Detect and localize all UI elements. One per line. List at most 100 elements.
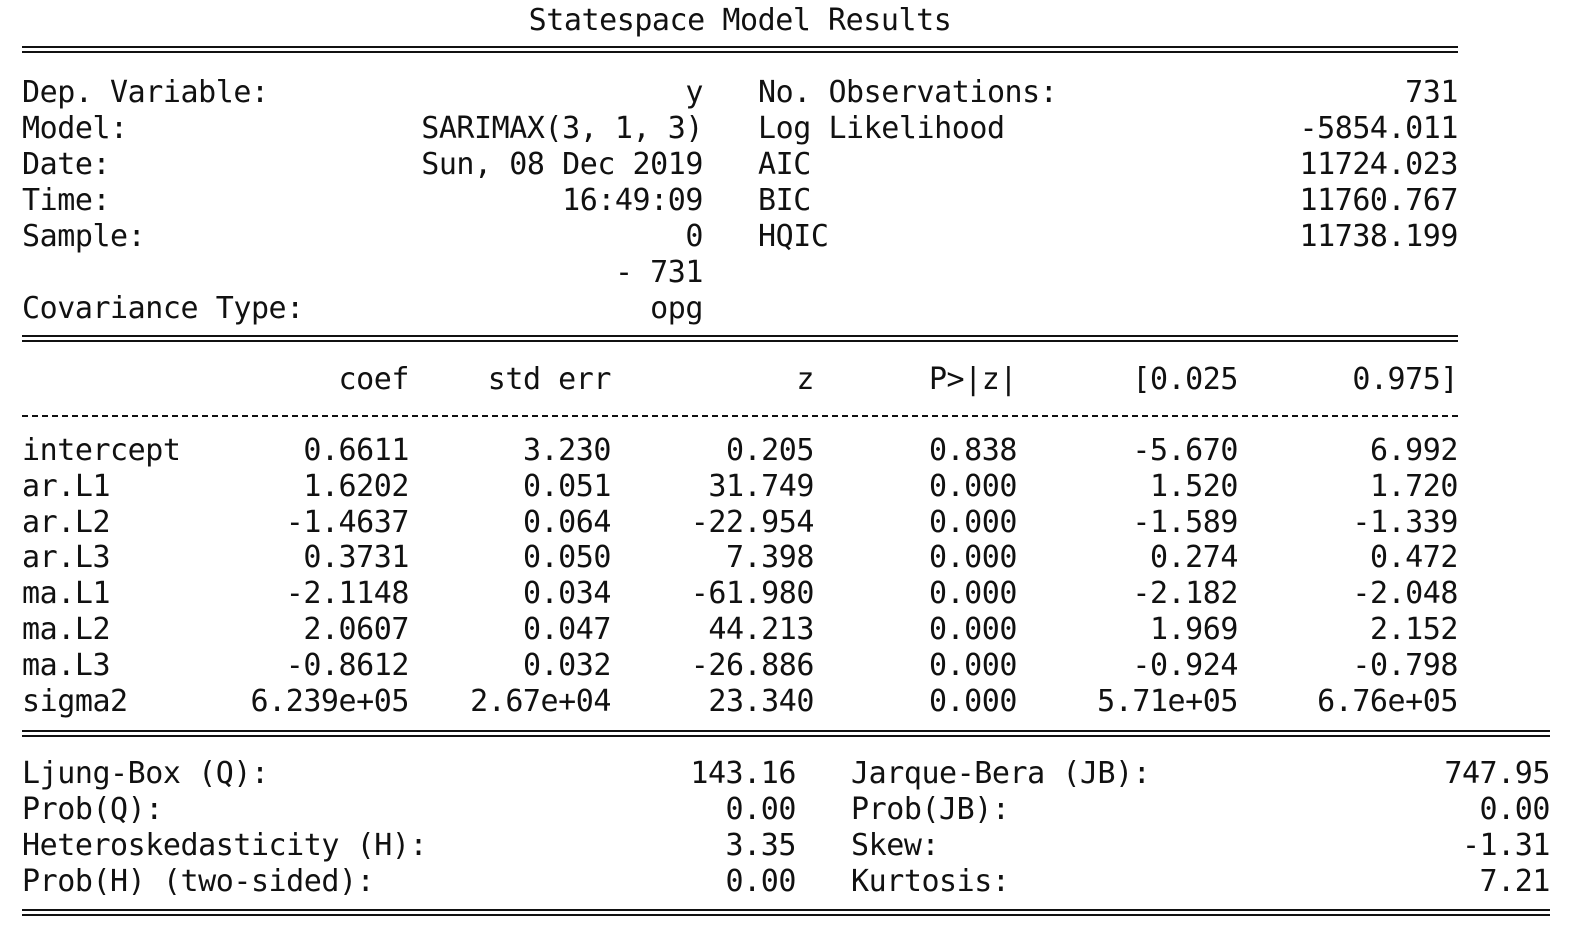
coef-row-name: ar.L3	[22, 540, 111, 576]
coef-cell: 0.000	[928, 683, 1018, 719]
header-right-value: 11724.023	[1299, 147, 1458, 182]
coef-cell: 1.6202	[303, 468, 409, 504]
header-left-label: Time:	[22, 183, 111, 218]
coef-row-name: ar.L1	[22, 468, 111, 504]
coef-cell: -2.048	[1352, 576, 1458, 612]
rule-double	[22, 46, 1458, 53]
diagnostic-right-label: Jarque-Bera (JB):	[851, 756, 1151, 791]
coef-cell: 1.720	[1369, 468, 1459, 504]
diagnostic-right-value: 0.00	[1479, 792, 1551, 827]
header-right-label: No. Observations:	[758, 75, 1058, 110]
coef-cell: 0.051	[522, 468, 612, 504]
header-left-label: Sample:	[22, 219, 146, 254]
header-left-value: 0	[685, 219, 703, 254]
coef-column-header: z	[796, 362, 814, 397]
diagnostic-left-value: 0.00	[725, 792, 797, 827]
diagnostic-right-value: -1.31	[1461, 828, 1551, 863]
diagnostic-right-value: 7.21	[1479, 864, 1551, 899]
coef-row-name: ma.L3	[22, 647, 111, 683]
header-right-value: 731	[1405, 75, 1458, 110]
diagnostic-left-label: Prob(Q):	[22, 792, 163, 827]
coef-cell: 44.213	[708, 612, 814, 647]
coef-cell: 0.000	[928, 612, 1018, 647]
coef-cell: 0.000	[928, 540, 1018, 576]
header-left-value: Sun, 08 Dec 2019	[421, 147, 703, 182]
coef-cell: 5.71e+05	[1097, 683, 1238, 719]
header-left-label: Dep. Variable:	[22, 75, 269, 110]
header-right-value: -5854.011	[1299, 111, 1458, 146]
coef-cell: 0.000	[928, 504, 1018, 540]
coef-cell: 0.034	[522, 576, 612, 612]
coef-cell: -26.886	[690, 647, 815, 683]
coef-cell: 0.472	[1369, 540, 1459, 576]
coef-cell: -0.924	[1132, 647, 1238, 683]
coef-column-header: 0.975]	[1352, 362, 1458, 397]
header-left-value: 16:49:09	[562, 183, 703, 218]
header-right-value: 11738.199	[1299, 219, 1458, 254]
coef-cell: 0.274	[1149, 540, 1239, 576]
coef-cell: 0.047	[522, 612, 612, 647]
header-right-label: AIC	[758, 147, 811, 182]
diagnostic-right-label: Kurtosis:	[851, 864, 1010, 899]
coef-cell: 0.032	[522, 647, 612, 683]
coef-cell: 0.3731	[303, 540, 409, 576]
coef-cell: -2.1148	[285, 576, 410, 612]
coef-cell: 0.064	[522, 504, 612, 540]
coef-cell: -1.4637	[285, 504, 410, 540]
coef-column-header: coef	[338, 362, 410, 397]
coef-column-header: P>|z|	[928, 362, 1018, 397]
diagnostic-left-label: Prob(H) (two-sided):	[22, 864, 375, 899]
rule-dashed	[22, 415, 1458, 417]
header-right-label: HQIC	[758, 219, 829, 254]
header-left-value: - 731	[614, 255, 704, 290]
coef-cell: 0.000	[928, 647, 1018, 683]
header-right-label: Log Likelihood	[758, 111, 1005, 146]
coef-cell: 31.749	[708, 468, 814, 504]
coef-cell: 2.0607	[303, 612, 409, 647]
coef-cell: 23.340	[708, 683, 814, 719]
coef-cell: 0.050	[522, 540, 612, 576]
coef-cell: 6.239e+05	[250, 683, 409, 719]
coef-cell: -61.980	[690, 576, 815, 612]
header-right-label: BIC	[758, 183, 811, 218]
coef-cell: -5.670	[1132, 433, 1238, 468]
coef-cell: 0.6611	[303, 433, 409, 468]
coef-cell: -0.798	[1352, 647, 1458, 683]
coef-cell: 6.76e+05	[1317, 683, 1458, 719]
header-left-label: Covariance Type:	[22, 291, 304, 326]
coef-row-name: intercept	[22, 433, 181, 468]
coef-cell: 0.205	[725, 433, 815, 468]
diagnostic-left-label: Ljung-Box (Q):	[22, 756, 269, 791]
header-left-label: Model:	[22, 111, 128, 146]
rule-double	[22, 335, 1458, 342]
diagnostic-left-value: 143.16	[690, 756, 796, 791]
coef-row-name: ar.L2	[22, 504, 111, 540]
coef-cell: -0.8612	[285, 647, 410, 683]
diagnostic-left-label: Heteroskedasticity (H):	[22, 828, 428, 863]
diagnostic-right-label: Skew:	[851, 828, 940, 863]
coef-cell: 0.000	[928, 468, 1018, 504]
header-left-value: y	[685, 75, 703, 110]
header-left-value: opg	[650, 291, 703, 326]
coef-cell: 2.67e+04	[470, 683, 611, 719]
results-title: Statespace Model Results	[528, 3, 952, 38]
coef-cell: 2.152	[1369, 612, 1459, 647]
header-left-value: SARIMAX(3, 1, 3)	[421, 111, 703, 146]
coef-cell: -1.589	[1132, 504, 1238, 540]
coef-row-name: ma.L1	[22, 576, 111, 612]
coef-cell: -1.339	[1352, 504, 1458, 540]
coef-cell: 0.000	[928, 576, 1018, 612]
coef-cell: 1.520	[1149, 468, 1239, 504]
coef-row-name: ma.L2	[22, 612, 111, 647]
coef-cell: -2.182	[1132, 576, 1238, 612]
coef-cell: -22.954	[690, 504, 815, 540]
header-right-value: 11760.767	[1299, 183, 1458, 218]
diagnostic-right-value: 747.95	[1444, 756, 1550, 791]
coef-cell: 7.398	[725, 540, 815, 576]
diagnostic-left-value: 0.00	[725, 864, 797, 899]
coef-cell: 0.838	[928, 433, 1018, 468]
coef-column-header: [0.025	[1132, 362, 1238, 397]
coef-column-header: std err	[487, 362, 612, 397]
coef-cell: 3.230	[522, 433, 612, 468]
coef-row-name: sigma2	[22, 683, 128, 719]
